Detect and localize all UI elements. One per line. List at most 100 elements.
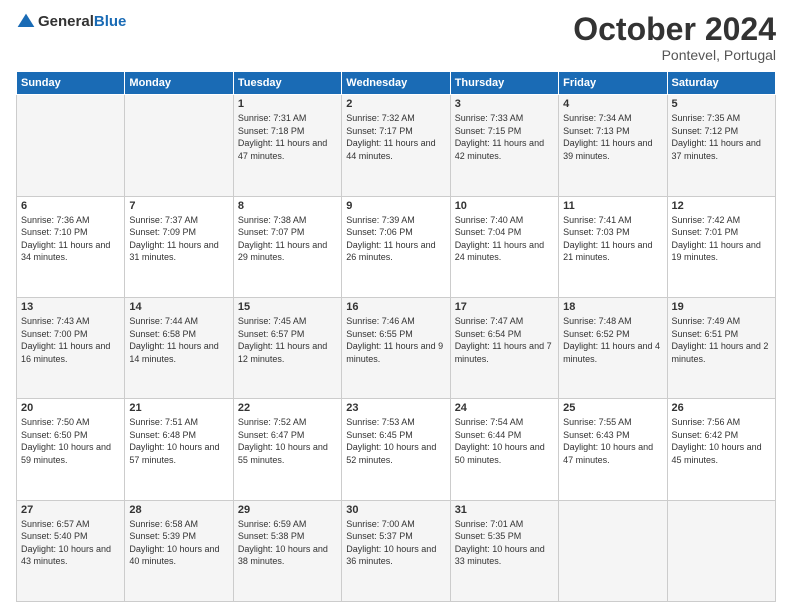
table-cell: 17 Sunrise: 7:47 AMSunset: 6:54 PMDayligh… — [450, 297, 558, 398]
day-info: Sunrise: 7:38 AMSunset: 7:07 PMDaylight:… — [238, 215, 327, 263]
table-cell: 8 Sunrise: 7:38 AMSunset: 7:07 PMDaylight… — [233, 196, 341, 297]
day-info: Sunrise: 7:31 AMSunset: 7:18 PMDaylight:… — [238, 113, 327, 161]
day-number: 3 — [455, 98, 554, 110]
table-cell: 7Sunrise: 7:37 AMSunset: 7:09 PMDaylight… — [125, 196, 233, 297]
day-number: 22 — [238, 402, 337, 414]
table-cell: 18 Sunrise: 7:48 AMSunset: 6:52 PMDayligh… — [559, 297, 667, 398]
calendar-table: Sunday Monday Tuesday Wednesday Thursday… — [16, 71, 776, 602]
table-cell: 5 Sunrise: 7:35 AMSunset: 7:12 PMDaylight… — [667, 95, 775, 196]
day-number: 5 — [672, 98, 771, 110]
day-info: Sunrise: 7:56 AMSunset: 6:42 PMDaylight:… — [672, 417, 762, 465]
day-info: Sunrise: 7:44 AMSunset: 6:58 PMDaylight:… — [129, 316, 218, 364]
day-info: Sunrise: 7:52 AMSunset: 6:47 PMDaylight:… — [238, 417, 328, 465]
table-cell: 16 Sunrise: 7:46 AMSunset: 6:55 PMDayligh… — [342, 297, 450, 398]
day-info: Sunrise: 7:36 AMSunset: 7:10 PMDaylight:… — [21, 215, 110, 263]
day-info: Sunrise: 7:48 AMSunset: 6:52 PMDaylight:… — [563, 316, 660, 364]
day-number: 8 — [238, 200, 337, 212]
col-friday: Friday — [559, 72, 667, 95]
day-info: Sunrise: 7:45 AMSunset: 6:57 PMDaylight:… — [238, 316, 327, 364]
day-number: 25 — [563, 402, 662, 414]
day-info: Sunrise: 7:40 AMSunset: 7:04 PMDaylight:… — [455, 215, 544, 263]
week-row-4: 20Sunrise: 7:50 AMSunset: 6:50 PMDayligh… — [17, 399, 776, 500]
day-number: 12 — [672, 200, 771, 212]
table-cell: 24 Sunrise: 7:54 AMSunset: 6:44 PMDayligh… — [450, 399, 558, 500]
logo-icon — [16, 12, 36, 32]
day-info: Sunrise: 7:39 AMSunset: 7:06 PMDaylight:… — [346, 215, 435, 263]
table-cell: 10 Sunrise: 7:40 AMSunset: 7:04 PMDayligh… — [450, 196, 558, 297]
day-number: 10 — [455, 200, 554, 212]
day-number: 6 — [21, 200, 120, 212]
day-info: Sunrise: 7:33 AMSunset: 7:15 PMDaylight:… — [455, 113, 544, 161]
day-number: 13 — [21, 301, 120, 313]
col-thursday: Thursday — [450, 72, 558, 95]
header: GeneralBlue October 2024 Pontevel, Portu… — [16, 12, 776, 63]
day-info: Sunrise: 7:43 AMSunset: 7:00 PMDaylight:… — [21, 316, 110, 364]
day-number: 14 — [129, 301, 228, 313]
day-number: 2 — [346, 98, 445, 110]
day-info: Sunrise: 7:46 AMSunset: 6:55 PMDaylight:… — [346, 316, 443, 364]
table-cell — [559, 500, 667, 601]
day-number: 20 — [21, 402, 120, 414]
table-cell: 6 Sunrise: 7:36 AMSunset: 7:10 PMDaylight… — [17, 196, 125, 297]
week-row-2: 6 Sunrise: 7:36 AMSunset: 7:10 PMDaylight… — [17, 196, 776, 297]
table-cell: 14 Sunrise: 7:44 AMSunset: 6:58 PMDayligh… — [125, 297, 233, 398]
table-cell: 9 Sunrise: 7:39 AMSunset: 7:06 PMDaylight… — [342, 196, 450, 297]
title-location: Pontevel, Portugal — [573, 47, 776, 63]
day-number: 21 — [129, 402, 228, 414]
logo: GeneralBlue — [16, 12, 126, 32]
day-info: Sunrise: 7:49 AMSunset: 6:51 PMDaylight:… — [672, 316, 769, 364]
col-monday: Monday — [125, 72, 233, 95]
day-info: Sunrise: 7:01 AMSunset: 5:35 PMDaylight:… — [455, 519, 545, 567]
day-info: Sunrise: 6:57 AMSunset: 5:40 PMDaylight:… — [21, 519, 111, 567]
table-cell — [667, 500, 775, 601]
table-cell: 4 Sunrise: 7:34 AMSunset: 7:13 PMDaylight… — [559, 95, 667, 196]
day-info: Sunrise: 7:35 AMSunset: 7:12 PMDaylight:… — [672, 113, 761, 161]
table-cell: 2 Sunrise: 7:32 AMSunset: 7:17 PMDaylight… — [342, 95, 450, 196]
table-cell: 19Sunrise: 7:49 AMSunset: 6:51 PMDayligh… — [667, 297, 775, 398]
day-number: 16 — [346, 301, 445, 313]
week-row-3: 13 Sunrise: 7:43 AMSunset: 7:00 PMDayligh… — [17, 297, 776, 398]
table-cell: 20Sunrise: 7:50 AMSunset: 6:50 PMDayligh… — [17, 399, 125, 500]
day-number: 18 — [563, 301, 662, 313]
col-saturday: Saturday — [667, 72, 775, 95]
day-number: 1 — [238, 98, 337, 110]
logo-text: GeneralBlue — [38, 13, 126, 31]
day-info: Sunrise: 6:59 AMSunset: 5:38 PMDaylight:… — [238, 519, 328, 567]
day-number: 28 — [129, 504, 228, 516]
col-sunday: Sunday — [17, 72, 125, 95]
table-cell: 1 Sunrise: 7:31 AMSunset: 7:18 PMDaylight… — [233, 95, 341, 196]
day-number: 9 — [346, 200, 445, 212]
day-info: Sunrise: 7:37 AMSunset: 7:09 PMDaylight:… — [129, 215, 218, 263]
day-info: Sunrise: 7:47 AMSunset: 6:54 PMDaylight:… — [455, 316, 552, 364]
week-row-1: 1 Sunrise: 7:31 AMSunset: 7:18 PMDaylight… — [17, 95, 776, 196]
day-info: Sunrise: 7:42 AMSunset: 7:01 PMDaylight:… — [672, 215, 761, 263]
page: GeneralBlue October 2024 Pontevel, Portu… — [0, 0, 792, 612]
day-number: 24 — [455, 402, 554, 414]
day-info: Sunrise: 7:00 AMSunset: 5:37 PMDaylight:… — [346, 519, 436, 567]
table-cell: 21Sunrise: 7:51 AMSunset: 6:48 PMDayligh… — [125, 399, 233, 500]
col-wednesday: Wednesday — [342, 72, 450, 95]
day-info: Sunrise: 7:32 AMSunset: 7:17 PMDaylight:… — [346, 113, 435, 161]
table-cell — [125, 95, 233, 196]
table-cell: 29Sunrise: 6:59 AMSunset: 5:38 PMDayligh… — [233, 500, 341, 601]
day-info: Sunrise: 7:34 AMSunset: 7:13 PMDaylight:… — [563, 113, 652, 161]
day-info: Sunrise: 6:58 AMSunset: 5:39 PMDaylight:… — [129, 519, 219, 567]
week-row-5: 27 Sunrise: 6:57 AMSunset: 5:40 PMDayligh… — [17, 500, 776, 601]
day-info: Sunrise: 7:41 AMSunset: 7:03 PMDaylight:… — [563, 215, 652, 263]
day-info: Sunrise: 7:54 AMSunset: 6:44 PMDaylight:… — [455, 417, 545, 465]
table-cell: 25 Sunrise: 7:55 AMSunset: 6:43 PMDayligh… — [559, 399, 667, 500]
day-number: 4 — [563, 98, 662, 110]
col-tuesday: Tuesday — [233, 72, 341, 95]
day-number: 27 — [21, 504, 120, 516]
header-row: Sunday Monday Tuesday Wednesday Thursday… — [17, 72, 776, 95]
title-month: October 2024 — [573, 12, 776, 47]
day-info: Sunrise: 7:55 AMSunset: 6:43 PMDaylight:… — [563, 417, 653, 465]
title-block: October 2024 Pontevel, Portugal — [573, 12, 776, 63]
day-number: 17 — [455, 301, 554, 313]
table-cell: 23Sunrise: 7:53 AMSunset: 6:45 PMDayligh… — [342, 399, 450, 500]
table-cell: 15Sunrise: 7:45 AMSunset: 6:57 PMDayligh… — [233, 297, 341, 398]
table-cell: 22 Sunrise: 7:52 AMSunset: 6:47 PMDayligh… — [233, 399, 341, 500]
table-cell: 26Sunrise: 7:56 AMSunset: 6:42 PMDayligh… — [667, 399, 775, 500]
day-number: 31 — [455, 504, 554, 516]
table-cell — [17, 95, 125, 196]
